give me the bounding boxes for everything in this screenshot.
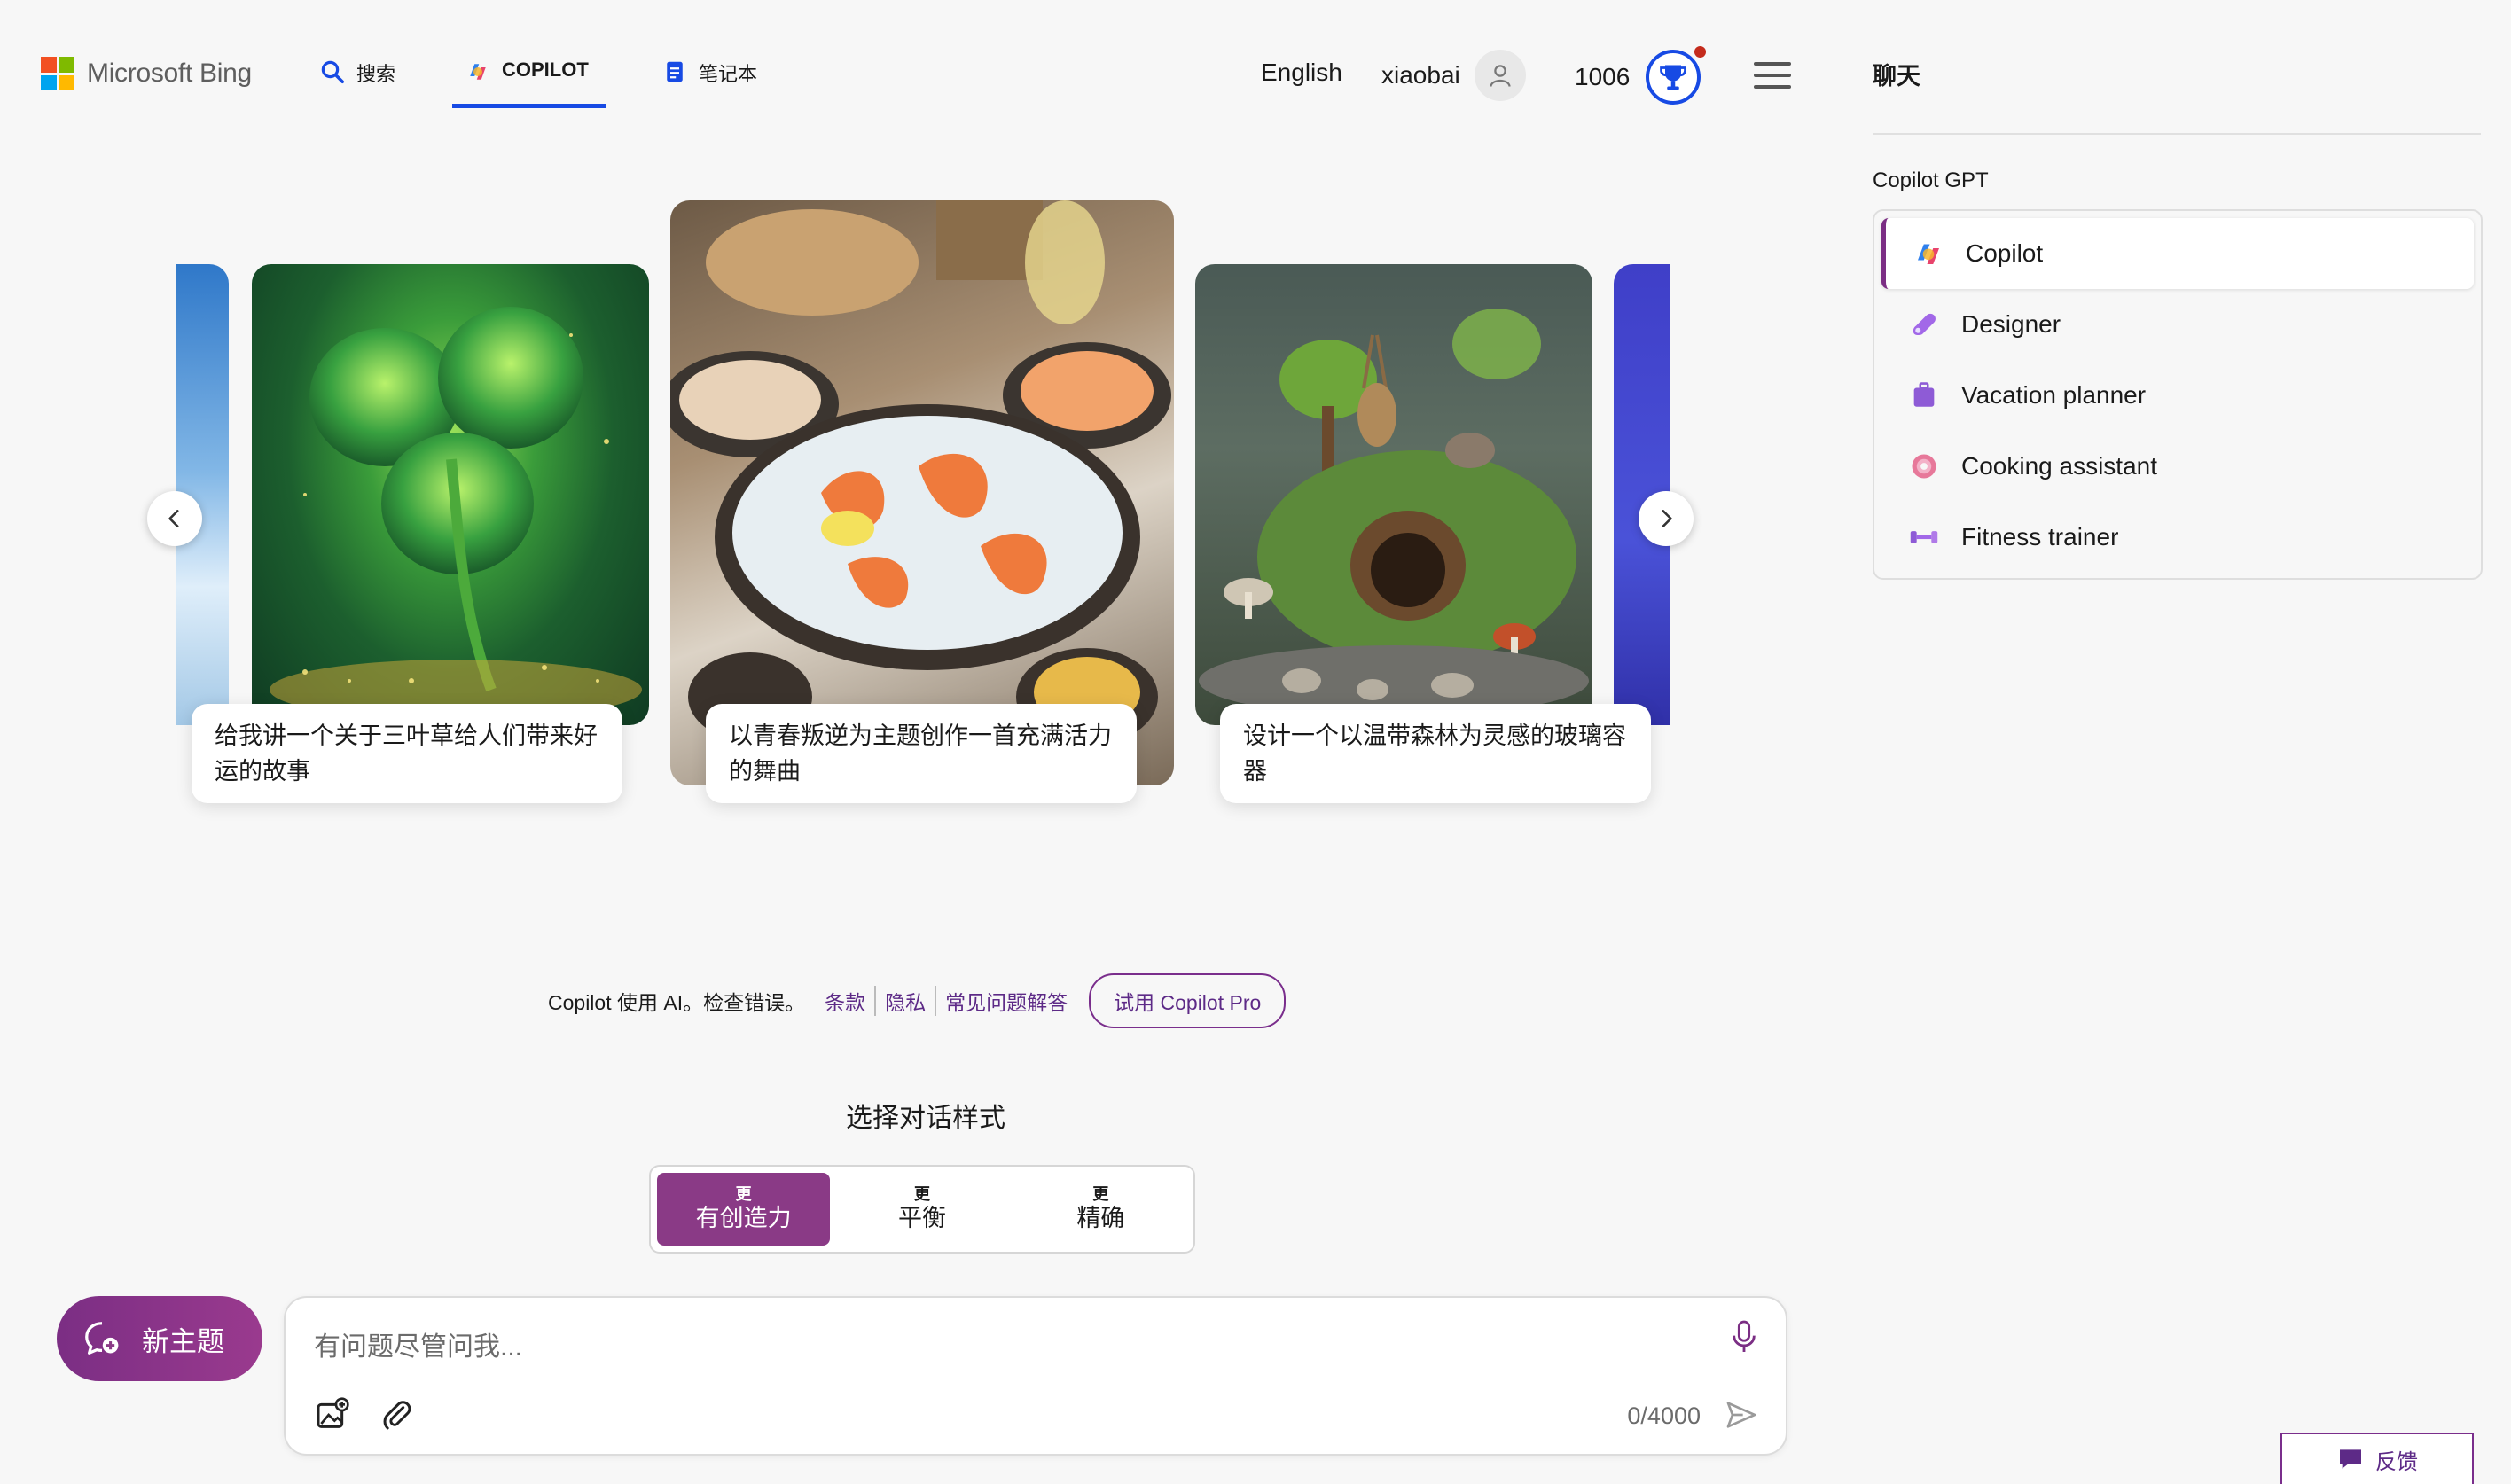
gpt-item-copilot-label: Copilot <box>1966 239 2044 267</box>
tone-precise-label: 精确 <box>1076 1205 1125 1231</box>
card-forest[interactable] <box>1195 264 1592 725</box>
rewards-points: 1006 <box>1575 63 1631 90</box>
clover-image <box>270 307 642 720</box>
chevron-right-icon <box>1662 510 1672 527</box>
card-caption-seafood[interactable]: 以青春叛逆为主题创作一首充满活力的舞曲 <box>706 704 1137 803</box>
chevron-left-icon <box>168 510 179 527</box>
tone-precise-button[interactable]: 更 精确 <box>1014 1173 1187 1246</box>
microsoft-logo-icon <box>41 57 74 90</box>
tab-copilot-label: COPILOT <box>502 59 589 81</box>
notification-dot <box>1694 46 1707 58</box>
brand-name: Microsoft Bing <box>87 59 252 88</box>
rewards[interactable]: 1006 <box>1575 46 1707 105</box>
search-icon <box>321 60 344 83</box>
trophy-icon <box>1660 65 1687 90</box>
user-account[interactable]: xiaobai <box>1381 50 1526 101</box>
avatar <box>1474 50 1526 101</box>
try-copilot-pro-button[interactable]: 试用 Copilot Pro <box>1089 973 1287 1028</box>
copilot-icon <box>1913 238 1944 269</box>
dumbbell-icon <box>1908 521 1940 553</box>
card-caption-clover[interactable]: 给我讲一个关于三叶草给人们带来好运的故事 <box>192 704 622 803</box>
gpt-item-vacation-planner[interactable]: Vacation planner <box>1881 360 2474 431</box>
tab-notebook[interactable]: 笔记本 <box>661 53 757 108</box>
tone-precise-prefix: 更 <box>1092 1185 1109 1203</box>
disclaimer-text: Copilot 使用 AI。检查错误。 <box>548 991 806 1014</box>
terms-link[interactable]: 条款 <box>805 986 874 1016</box>
username: xiaobai <box>1381 61 1460 89</box>
microphone-button[interactable] <box>1729 1319 1759 1359</box>
carousel-prev-button[interactable] <box>147 491 202 546</box>
tab-copilot[interactable]: COPILOT <box>452 53 606 108</box>
designer-icon <box>1908 309 1940 340</box>
new-chat-icon <box>85 1322 119 1355</box>
new-topic-label: 新主题 <box>142 1325 224 1357</box>
bing-logo[interactable]: Microsoft Bing <box>41 57 252 90</box>
faq-link[interactable]: 常见问题解答 <box>935 986 1076 1016</box>
conversation-style-title: 选择对话样式 <box>846 1104 1005 1133</box>
privacy-link[interactable]: 隐私 <box>874 986 935 1016</box>
gpt-item-vacation-planner-label: Vacation planner <box>1961 381 2147 409</box>
composer-tools <box>314 1397 415 1433</box>
sidebar-divider <box>1873 133 2481 135</box>
card-clover[interactable] <box>252 264 649 725</box>
copilot-gpt-label: Copilot GPT <box>1873 168 1989 192</box>
conversation-style-selector: 更 有创造力 更 平衡 更 精确 <box>649 1165 1195 1254</box>
tab-search[interactable]: 搜索 <box>319 53 395 108</box>
card-caption-forest[interactable]: 设计一个以温带森林为灵感的玻璃容器 <box>1220 704 1651 803</box>
seafood-image <box>670 200 1171 746</box>
tone-creative-button[interactable]: 更 有创造力 <box>657 1173 831 1246</box>
menu-icon[interactable] <box>1754 62 1791 89</box>
gpt-item-designer[interactable]: Designer <box>1881 289 2474 360</box>
character-count: 0/4000 <box>1627 1402 1701 1429</box>
gpt-item-copilot[interactable]: Copilot <box>1881 218 2474 289</box>
send-icon <box>1726 1402 1756 1428</box>
copilot-gpt-list: Copilot Designer Vacation planner Cookin… <box>1873 209 2483 580</box>
carousel-next-button[interactable] <box>1639 491 1694 546</box>
tone-creative-label: 有创造力 <box>695 1205 792 1231</box>
paperclip-icon[interactable] <box>379 1397 415 1433</box>
tab-search-label: 搜索 <box>356 63 396 85</box>
user-icon <box>1489 65 1511 87</box>
forest-image <box>1199 309 1589 716</box>
feedback-icon <box>2340 1449 2361 1469</box>
suitcase-icon <box>1908 379 1940 411</box>
send-button[interactable] <box>1724 1397 1759 1437</box>
gpt-item-fitness-trainer[interactable]: Fitness trainer <box>1881 502 2474 573</box>
gpt-item-cooking-assistant-label: Cooking assistant <box>1961 452 2158 480</box>
add-image-icon[interactable] <box>314 1397 349 1433</box>
card-seafood[interactable] <box>670 200 1174 785</box>
feedback-label: 反馈 <box>2375 1449 2418 1474</box>
gpt-item-cooking-assistant[interactable]: Cooking assistant <box>1881 431 2474 502</box>
tab-notebook-label: 笔记本 <box>699 63 758 85</box>
notebook-icon <box>667 61 683 82</box>
tone-balanced-label: 平衡 <box>897 1205 946 1231</box>
microphone-icon <box>1733 1320 1756 1352</box>
rewards-badge <box>1646 46 1707 105</box>
tone-creative-prefix: 更 <box>735 1185 752 1203</box>
disclaimer-bar: Copilot 使用 AI。检查错误。 条款 隐私 常见问题解答 试用 Copi… <box>548 973 1287 1028</box>
chat-composer: 有问题尽管问我... 0/4000 <box>284 1296 1787 1456</box>
gpt-item-fitness-trainer-label: Fitness trainer <box>1961 523 2119 551</box>
donut-icon <box>1908 450 1940 482</box>
language-switch[interactable]: English <box>1261 59 1342 87</box>
copilot-icon <box>470 64 486 80</box>
chat-input[interactable]: 有问题尽管问我... <box>314 1324 522 1363</box>
feedback-button[interactable]: 反馈 <box>2280 1433 2474 1484</box>
tone-balanced-button[interactable]: 更 平衡 <box>835 1173 1008 1246</box>
prompt-carousel: 给我讲一个关于三叶草给人们带来好运的故事 以青春叛逆为主题创作一首充满活力的舞曲… <box>176 200 1670 839</box>
gpt-item-designer-label: Designer <box>1961 310 2061 338</box>
new-topic-button[interactable]: 新主题 <box>57 1296 262 1381</box>
tone-balanced-prefix: 更 <box>913 1185 930 1203</box>
sidebar-title: 聊天 <box>1873 63 1920 90</box>
